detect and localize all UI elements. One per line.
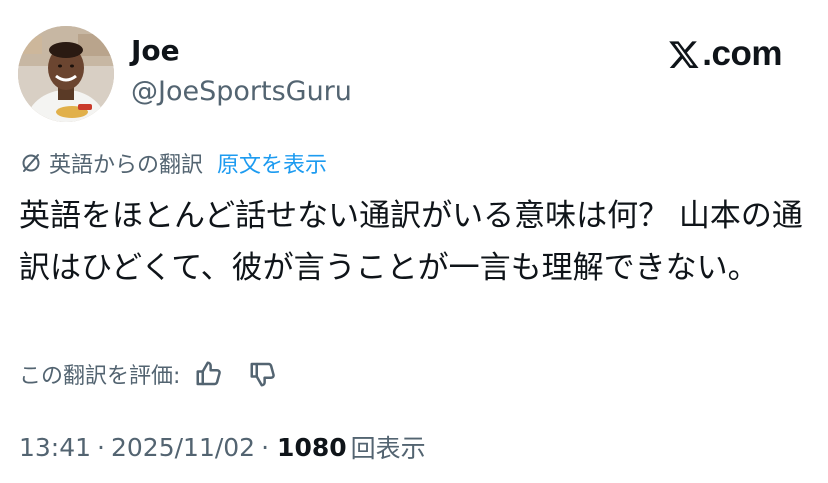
tweet-date[interactable]: 2025/11/02 [111,433,255,462]
views-label: 回表示 [350,434,426,463]
translation-label: 英語からの翻訳 [49,153,204,178]
thumbs-down-icon [250,362,276,387]
rating-label: この翻訳を評価: [19,364,181,389]
display-name[interactable]: Joe [131,33,180,69]
tweet-card: Joe @JoeSportsGuru .com 英語からの翻訳 原文を表示 英語… [0,0,828,483]
thumbs-up-button[interactable] [192,357,226,391]
meta-separator: · [97,432,105,462]
avatar-image [18,26,114,122]
tweet-time[interactable]: 13:41 [19,433,91,462]
thumbs-up-icon [196,361,222,386]
thumbs-down-button[interactable] [246,357,280,391]
tweet-text: 英語をほとんど話せない通訳がいる意味は何？ 山本の通訳はひどくて、彼が言うことが… [19,198,803,286]
brand-domain: .com [702,34,782,73]
meta-separator: · [261,432,270,462]
translation-rating: この翻訳を評価: [19,356,280,392]
translate-icon [22,154,40,172]
views-count[interactable]: 1080 [277,433,347,462]
show-original-link[interactable]: 原文を表示 [217,147,327,179]
user-handle[interactable]: @JoeSportsGuru [131,75,352,109]
avatar[interactable] [18,26,114,122]
brand-logo: .com [668,34,782,74]
tweet-meta: 13:41 · 2025/11/02 · 1080 回表示 [19,427,426,467]
x-logo-icon [669,41,699,68]
translation-notice: 英語からの翻訳 原文を表示 [19,147,327,179]
